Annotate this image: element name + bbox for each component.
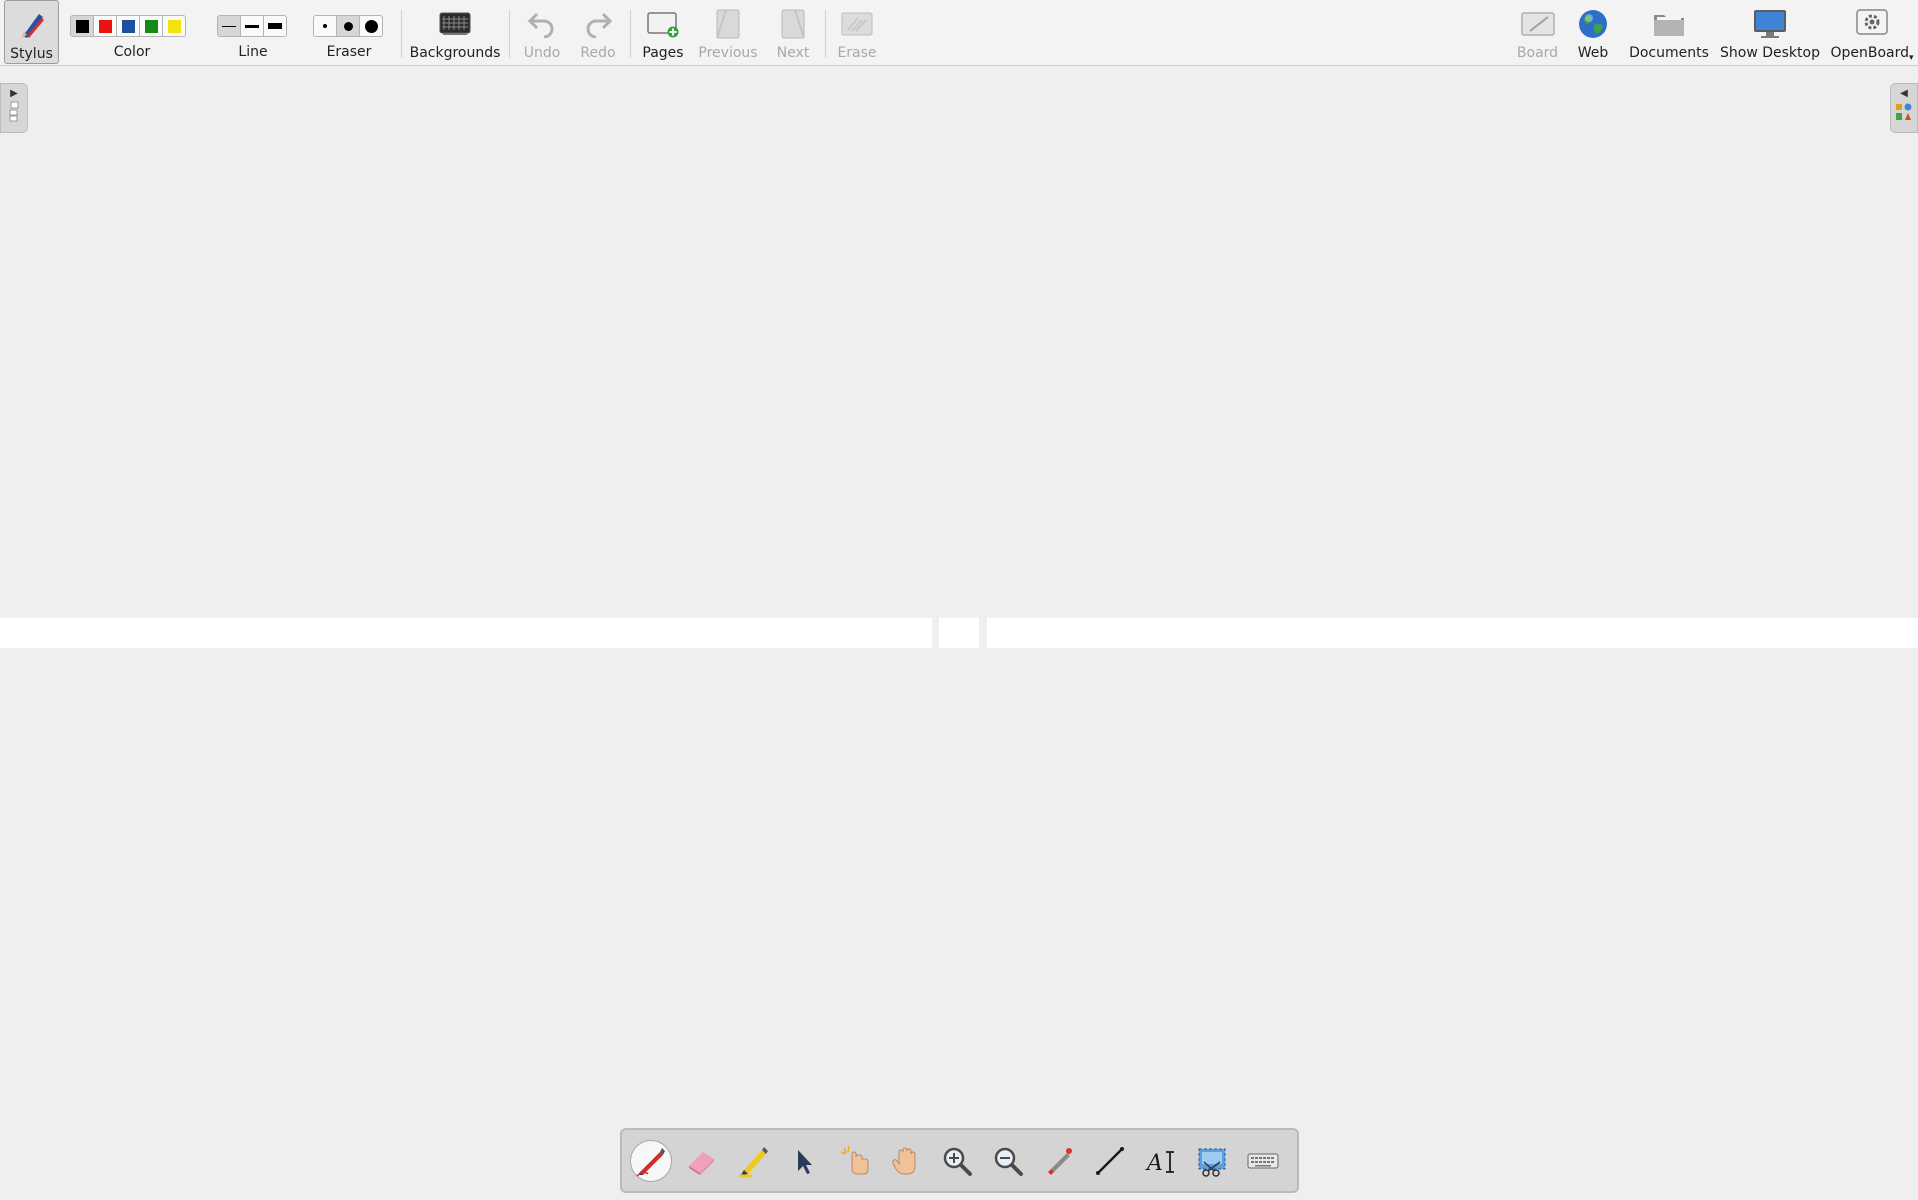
backgrounds-icon (439, 7, 471, 41)
zoom-in-icon (943, 1147, 972, 1176)
hand-icon (892, 1147, 916, 1175)
show-desktop-button[interactable]: Show Desktop (1719, 0, 1821, 64)
eraser-large[interactable] (359, 15, 383, 37)
backgrounds-button[interactable]: Backgrounds (410, 0, 500, 64)
color-yellow[interactable] (162, 15, 186, 37)
eraser-tool-button[interactable] (681, 1140, 723, 1182)
previous-button[interactable]: Previous (696, 0, 760, 64)
stylus-label: Stylus (10, 46, 53, 62)
board-button[interactable]: Board (1510, 0, 1565, 64)
eraser-label: Eraser (326, 44, 372, 60)
zoom-out-tool-button[interactable] (987, 1140, 1029, 1182)
undo-button[interactable]: Undo (516, 0, 568, 64)
color-green[interactable] (139, 15, 163, 37)
laser-pointer-icon (1048, 1148, 1072, 1175)
web-label: Web (1577, 45, 1609, 61)
hand-tool-button[interactable] (885, 1140, 927, 1182)
openboard-menu-button[interactable]: OpenBoard▾ (1828, 0, 1916, 64)
capture-icon (1198, 1148, 1226, 1177)
interactor-icon (840, 1145, 869, 1175)
zoom-out-icon (994, 1147, 1023, 1176)
undo-icon (527, 7, 557, 41)
toolbar-separator (509, 10, 510, 58)
web-button[interactable]: Web (1568, 0, 1618, 64)
pages-label: Pages (642, 45, 684, 61)
add-page-icon (646, 7, 680, 41)
desktop-monitor-icon (1752, 7, 1788, 41)
main-toolbar: Stylus Color Line Eraser Backgrounds Und… (0, 0, 1918, 66)
menu-dropdown-indicator: ▾ (1909, 53, 1914, 63)
previous-label: Previous (698, 45, 758, 61)
tool-palette: A (620, 1128, 1299, 1193)
documents-button[interactable]: Documents (1626, 0, 1712, 64)
text-tool-button[interactable]: A (1140, 1140, 1182, 1182)
redo-label: Redo (580, 45, 616, 61)
line-thick[interactable] (263, 15, 287, 37)
undo-label: Undo (523, 45, 561, 61)
openboard-label: OpenBoard▾ (1830, 45, 1914, 63)
capture-tool-button[interactable] (1191, 1140, 1233, 1182)
board-icon (1520, 7, 1556, 41)
toolbar-separator (401, 10, 402, 58)
interactor-tool-button[interactable] (834, 1140, 876, 1182)
color-red[interactable] (93, 15, 117, 37)
next-page-icon (779, 7, 807, 41)
line-tool-button[interactable] (1089, 1140, 1131, 1182)
board-strip-right (987, 618, 1918, 648)
erase-board-icon (840, 7, 874, 41)
pages-button[interactable]: Pages (637, 0, 689, 64)
next-button[interactable]: Next (767, 0, 819, 64)
eraser-size-selector (313, 15, 383, 37)
keyboard-icon (1247, 1153, 1279, 1169)
redo-button[interactable]: Redo (572, 0, 624, 64)
laser-pointer-tool-button[interactable] (1038, 1140, 1080, 1182)
globe-icon (1577, 7, 1609, 41)
line-icon (1096, 1147, 1124, 1175)
svg-text:A: A (1145, 1151, 1163, 1176)
color-label: Color (113, 44, 151, 60)
stylus-icon (17, 8, 47, 42)
line-thin[interactable] (217, 15, 241, 37)
line-medium[interactable] (240, 15, 264, 37)
line-label: Line (238, 44, 268, 60)
eraser-icon (689, 1152, 714, 1175)
eraser-small[interactable] (313, 15, 337, 37)
next-label: Next (776, 45, 810, 61)
show-desktop-label: Show Desktop (1720, 45, 1820, 61)
highlighter-tool-button[interactable] (732, 1140, 774, 1182)
settings-gear-icon (1855, 7, 1889, 41)
selector-tool-button[interactable] (783, 1140, 825, 1182)
color-blue[interactable] (116, 15, 140, 37)
pen-icon (636, 1148, 665, 1177)
stylus-button[interactable]: Stylus (4, 0, 59, 64)
board-strip-center (939, 618, 979, 648)
text-icon: A (1145, 1151, 1174, 1176)
documents-label: Documents (1629, 45, 1709, 61)
color-selector (70, 15, 186, 37)
board-strip-left (0, 618, 932, 648)
pen-tool-button[interactable] (630, 1140, 672, 1182)
highlighter-icon (739, 1147, 768, 1178)
eraser-medium[interactable] (336, 15, 360, 37)
color-black[interactable] (70, 15, 94, 37)
selector-icon (798, 1150, 812, 1174)
folder-icon (1652, 7, 1686, 41)
line-width-selector (217, 15, 287, 37)
previous-page-icon (714, 7, 742, 41)
keyboard-tool-button[interactable] (1242, 1140, 1284, 1182)
backgrounds-label: Backgrounds (409, 45, 501, 61)
toolbar-separator (825, 10, 826, 58)
redo-icon (583, 7, 613, 41)
erase-label: Erase (837, 45, 877, 61)
erase-button[interactable]: Erase (832, 0, 882, 64)
board-label: Board (1516, 45, 1559, 61)
zoom-in-tool-button[interactable] (936, 1140, 978, 1182)
toolbar-separator (630, 10, 631, 58)
